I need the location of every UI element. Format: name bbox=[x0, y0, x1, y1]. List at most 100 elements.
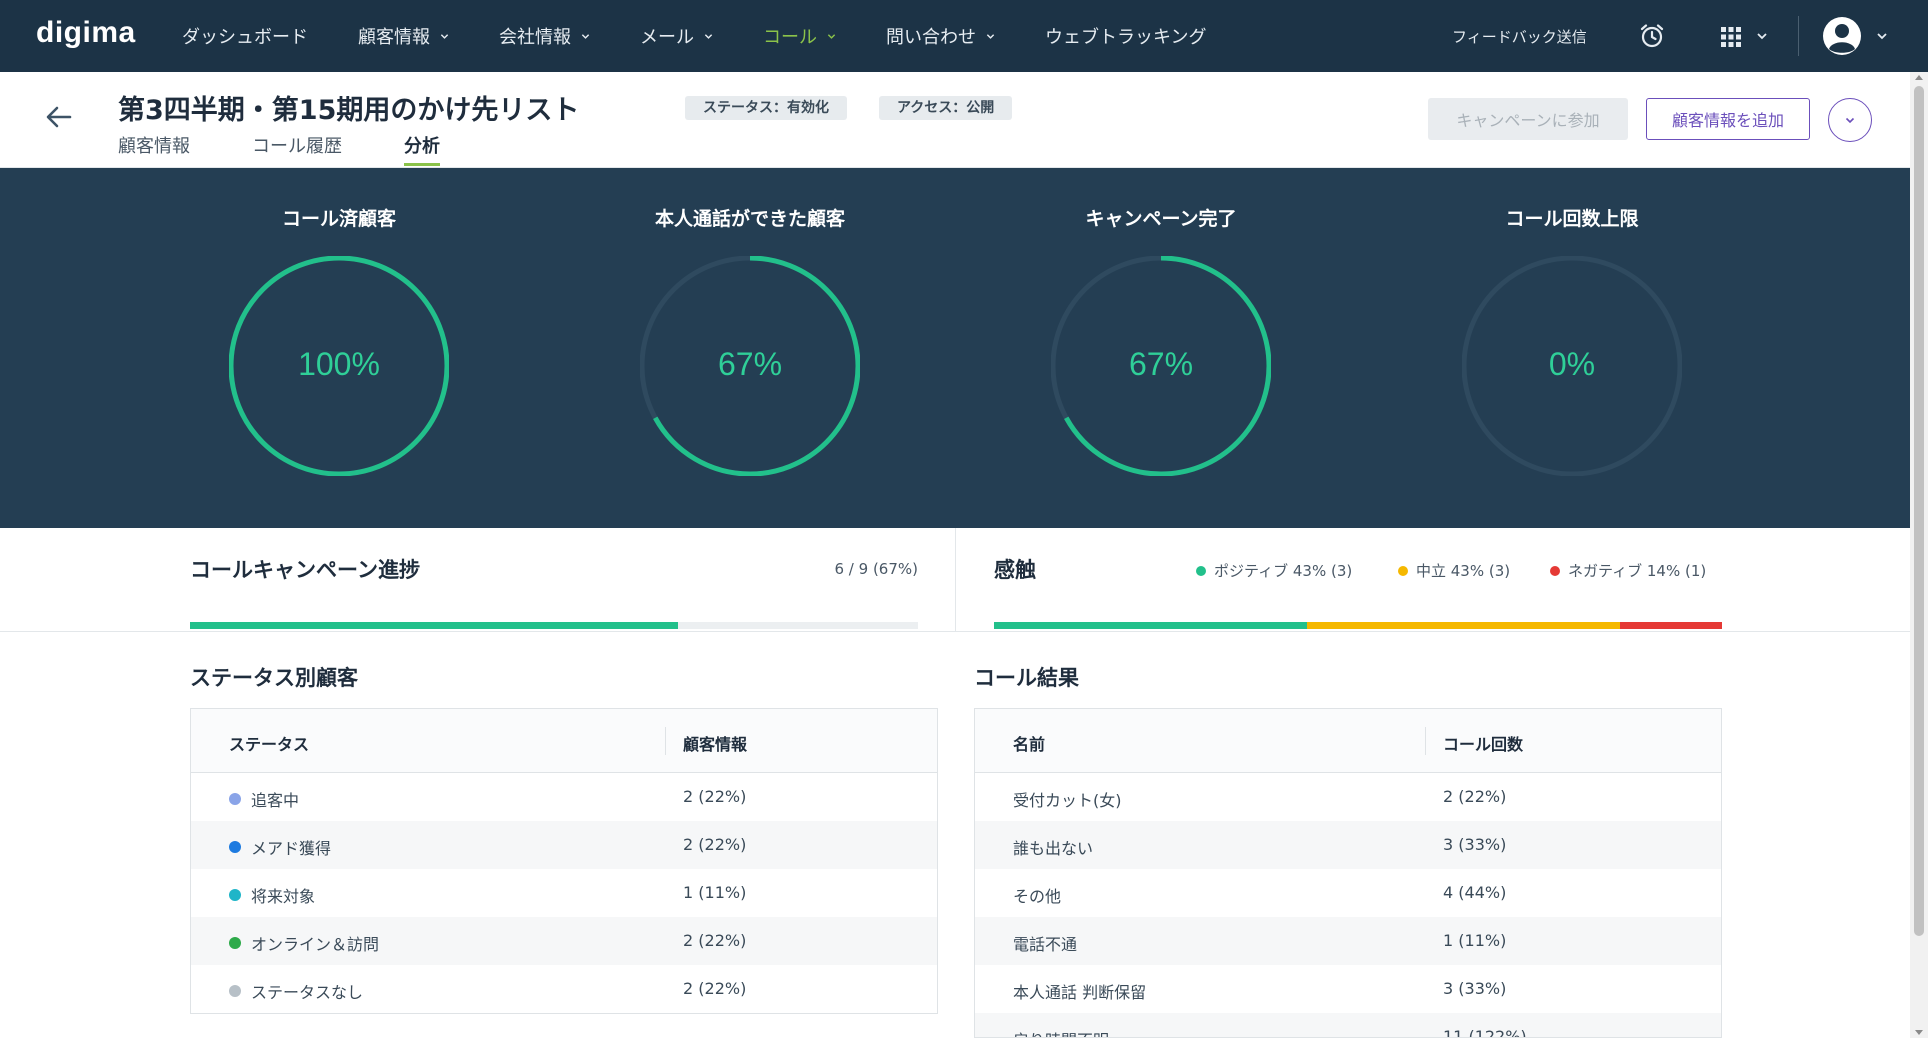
stat-label: 本人通話ができた顧客 bbox=[654, 208, 845, 230]
sentiment-segment bbox=[994, 622, 1308, 629]
stats-panel: コール済顧客 100% 本人通話ができた顧客 67% キャンペーン完了 67% … bbox=[0, 168, 1910, 528]
stat-value: 67% bbox=[717, 346, 783, 382]
status-label: ステータスなし bbox=[251, 983, 364, 1002]
status-badge: ステータス：有効化 bbox=[685, 96, 847, 120]
column-header[interactable]: コール回数 bbox=[1443, 731, 1523, 755]
back-arrow-icon[interactable] bbox=[44, 102, 74, 132]
chevron-down-icon bbox=[1845, 117, 1855, 124]
campaign-progress: コールキャンペーン進捗 6 / 9 (67%) bbox=[190, 554, 919, 629]
nav-item[interactable]: コール bbox=[763, 23, 836, 49]
table-row: 受付カット(女) 2 (22%) bbox=[975, 773, 1721, 821]
nav-item-label: メール bbox=[640, 27, 694, 48]
legend-positive: ポジティブ 43% (3) bbox=[1196, 560, 1352, 581]
result-name-cell: 受付カット(女) bbox=[1013, 791, 1122, 810]
digima-logo[interactable]: digima bbox=[36, 16, 136, 50]
stat-value: 0% bbox=[1548, 346, 1596, 382]
nav-item[interactable]: 問い合わせ bbox=[886, 23, 995, 49]
table-row: 本人通話 判断保留 3 (33%) bbox=[975, 965, 1721, 1013]
join-campaign-button[interactable]: キャンペーンに参加 bbox=[1428, 98, 1628, 140]
status-cell: ステータスなし bbox=[229, 979, 363, 1003]
result-name-cell: 戻り時間不明 bbox=[1013, 1027, 1109, 1037]
count-cell: 2 (22%) bbox=[683, 979, 747, 998]
status-dot-icon bbox=[229, 985, 241, 997]
column-header[interactable]: 名前 bbox=[1013, 731, 1045, 755]
chevron-down-icon[interactable] bbox=[1876, 30, 1888, 42]
nav-item-label: 会社情報 bbox=[499, 27, 571, 48]
nav-item[interactable]: 会社情報 bbox=[499, 23, 590, 49]
stat-label: コール回数上限 bbox=[1505, 208, 1639, 230]
table-row: オンライン＆訪問 2 (22%) bbox=[191, 917, 937, 965]
scroll-up-icon[interactable] bbox=[1915, 75, 1923, 80]
count-cell: 1 (11%) bbox=[1443, 931, 1507, 950]
legend-label: ネガティブ 14% (1) bbox=[1568, 562, 1707, 580]
legend-negative: ネガティブ 14% (1) bbox=[1550, 560, 1706, 581]
count-cell: 2 (22%) bbox=[683, 835, 747, 854]
campaign-progress-count: 6 / 9 (67%) bbox=[834, 560, 919, 578]
status-cell: 将来対象 bbox=[229, 883, 315, 907]
scrollbar-thumb[interactable] bbox=[1914, 86, 1924, 936]
access-badge: アクセス：公開 bbox=[879, 96, 1013, 120]
count-cell: 3 (33%) bbox=[1443, 835, 1507, 854]
campaign-progress-title: コールキャンペーン進捗 bbox=[190, 558, 420, 582]
count-cell: 4 (44%) bbox=[1443, 883, 1507, 902]
chevron-down-icon bbox=[986, 33, 995, 39]
result-name-cell: 電話不通 bbox=[1013, 935, 1078, 954]
sentiment-summary: 感触 ポジティブ 43% (3) 中立 43% (3) ネガティブ 14% (1… bbox=[994, 554, 1722, 629]
sentiment-segment bbox=[1620, 622, 1722, 629]
apps-grid-icon[interactable] bbox=[1720, 26, 1742, 48]
alarm-clock-icon[interactable] bbox=[1638, 22, 1666, 50]
status-dot-icon bbox=[229, 889, 241, 901]
feedback-link[interactable]: フィードバック送信 bbox=[1452, 26, 1587, 47]
progress-section: コールキャンペーン進捗 6 / 9 (67%) 感触 ポジティブ 43% (3)… bbox=[0, 528, 1910, 632]
status-label: 将来対象 bbox=[251, 887, 316, 906]
stat-called-customers: コール済顧客 100% bbox=[189, 168, 489, 528]
chevron-down-icon bbox=[827, 33, 836, 39]
stat-label: キャンペーン完了 bbox=[1085, 208, 1237, 230]
tab-customer-info[interactable]: 顧客情報 bbox=[118, 132, 190, 166]
page-title: 第3四半期・第15期用のかけ先リスト bbox=[118, 95, 580, 126]
count-cell: 1 (11%) bbox=[683, 883, 747, 902]
nav-item[interactable]: メール bbox=[640, 23, 713, 49]
table-header: 名前 コール回数 bbox=[975, 709, 1721, 773]
legend-label: ポジティブ 43% (3) bbox=[1214, 562, 1353, 580]
legend-label: 中立 43% (3) bbox=[1416, 562, 1511, 580]
main-nav: ダッシュボード 顧客情報 会社情報 メール コール 問い合わせ ウェブトラッキング bbox=[182, 0, 1256, 72]
more-options-button[interactable] bbox=[1828, 98, 1872, 142]
user-avatar-icon[interactable] bbox=[1822, 16, 1862, 56]
table-row: 戻り時間不明 11 (122%) bbox=[975, 1013, 1721, 1037]
stat-call-limit: コール回数上限 0% bbox=[1422, 168, 1722, 528]
stat-value: 100% bbox=[298, 346, 380, 382]
nav-item-label: コール bbox=[763, 27, 817, 48]
table-row: 誰も出ない 3 (33%) bbox=[975, 821, 1721, 869]
nav-item-label: ダッシュボード bbox=[182, 27, 308, 48]
add-customer-button[interactable]: 顧客情報を追加 bbox=[1646, 98, 1810, 140]
column-header[interactable]: ステータス bbox=[229, 731, 309, 755]
logo-text: digima bbox=[36, 16, 136, 49]
table-row: メアド獲得 2 (22%) bbox=[191, 821, 937, 869]
count-cell: 2 (22%) bbox=[1443, 787, 1507, 806]
page-tabs: 顧客情報 コール履歴 分析 bbox=[118, 132, 502, 166]
tab-call-history[interactable]: コール履歴 bbox=[252, 132, 342, 166]
nav-item[interactable]: ダッシュボード bbox=[182, 23, 308, 49]
stat-value: 67% bbox=[1128, 346, 1194, 382]
status-table: ステータス 顧客情報 追客中 2 (22%) メアド獲得 2 (22%) 将来対象 1 (… bbox=[190, 708, 938, 1014]
call-results-title: コール結果 bbox=[974, 666, 1079, 690]
scroll-down-icon[interactable] bbox=[1915, 1030, 1923, 1035]
result-name-cell: 誰も出ない bbox=[1013, 839, 1094, 858]
nav-item[interactable]: 顧客情報 bbox=[358, 23, 449, 49]
status-cell: オンライン＆訪問 bbox=[229, 931, 379, 955]
table-row: 追客中 2 (22%) bbox=[191, 773, 937, 821]
count-cell: 2 (22%) bbox=[683, 787, 747, 806]
chevron-down-icon[interactable] bbox=[1756, 30, 1768, 42]
positive-dot-icon bbox=[1196, 565, 1206, 576]
nav-item-label: 問い合わせ bbox=[886, 27, 976, 48]
nav-item-label: ウェブトラッキング bbox=[1045, 27, 1207, 48]
page-scrollbar[interactable] bbox=[1910, 72, 1928, 1038]
neutral-dot-icon bbox=[1398, 565, 1408, 576]
status-label: オンライン＆訪問 bbox=[251, 935, 380, 954]
table-row: 将来対象 1 (11%) bbox=[191, 869, 937, 917]
column-header[interactable]: 顧客情報 bbox=[683, 731, 747, 755]
tab-analysis[interactable]: 分析 bbox=[404, 132, 440, 166]
column-divider bbox=[1425, 727, 1426, 755]
nav-item[interactable]: ウェブトラッキング bbox=[1045, 23, 1206, 49]
